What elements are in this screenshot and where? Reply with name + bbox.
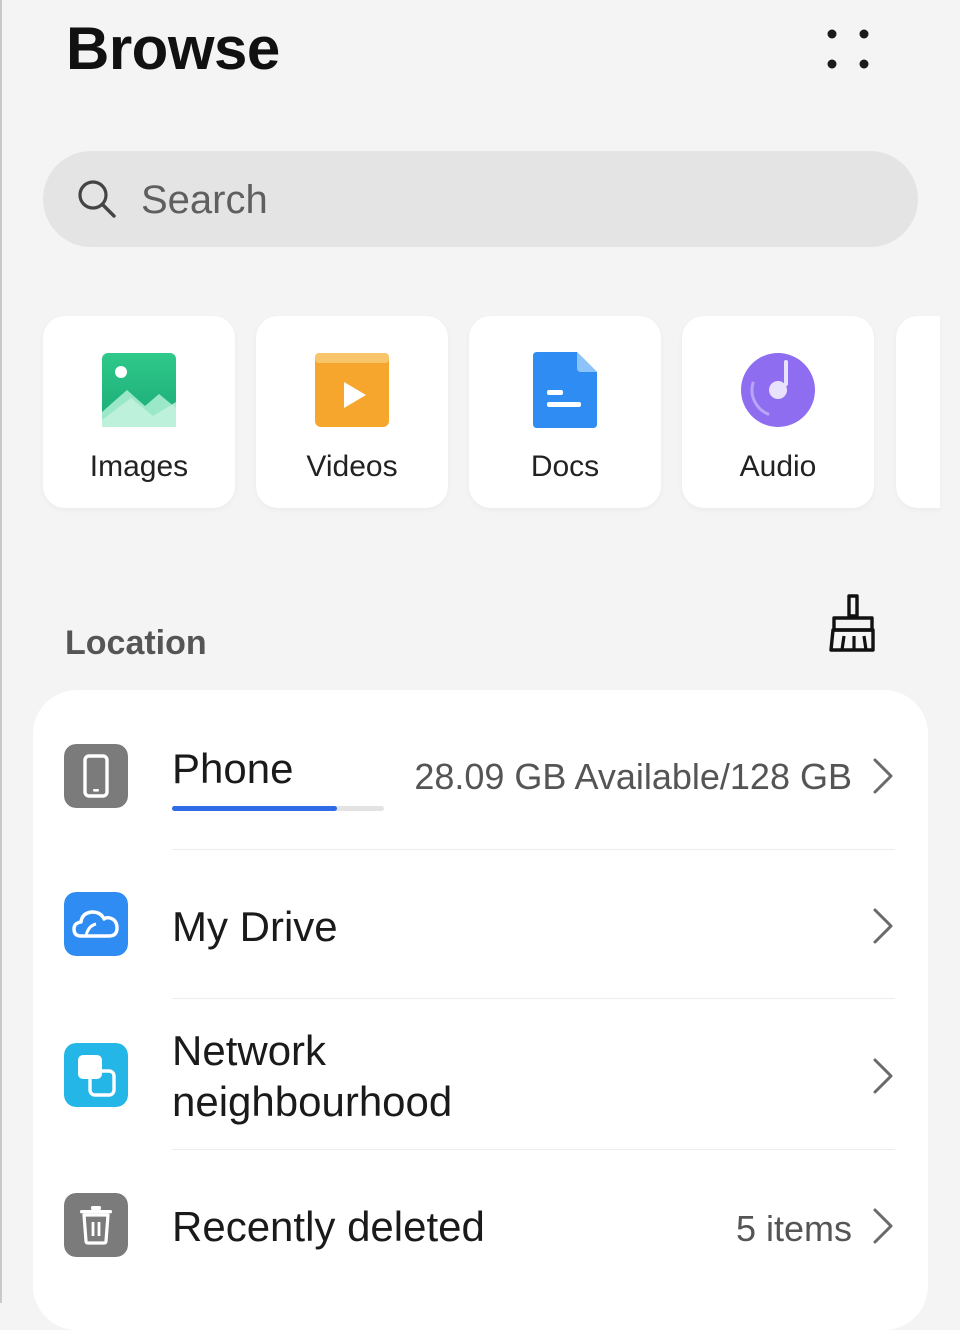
search-icon (78, 180, 116, 218)
category-label: Docs (530, 450, 600, 483)
image-icon (102, 353, 176, 427)
category-audio[interactable]: Audio (682, 316, 874, 508)
category-label: Images (89, 450, 189, 483)
chevron-right-icon (873, 908, 893, 944)
trash-icon (64, 1193, 128, 1257)
location-item-label: My Drive (172, 903, 338, 950)
chevron-right-icon (873, 1058, 893, 1094)
deleted-items-count: 5 items (735, 1208, 852, 1249)
chevron-right-icon (873, 758, 893, 794)
network-icon (64, 1043, 128, 1107)
phone-icon (64, 744, 128, 808)
category-next-partial[interactable] (896, 316, 940, 508)
location-item-label-line2: neighbourhood (172, 1078, 453, 1125)
location-item-network-neighbourhood[interactable]: Network neighbourhood (33, 1000, 928, 1150)
category-label: Audio (739, 450, 817, 483)
category-videos[interactable]: Videos (256, 316, 448, 508)
storage-progress-fill (172, 806, 338, 811)
location-item-label: Phone (172, 745, 294, 792)
clean-storage-button[interactable] (824, 592, 882, 658)
chevron-right-icon (873, 1208, 893, 1244)
more-options-button[interactable] (818, 22, 878, 78)
category-images[interactable]: Images (43, 316, 235, 508)
location-item-my-drive[interactable]: My Drive (33, 850, 928, 998)
location-item-phone[interactable]: Phone 28.09 GB Available/128 GB (33, 700, 928, 848)
page-title: Browse (66, 15, 280, 82)
broom-icon (829, 594, 875, 652)
audio-icon (741, 353, 815, 427)
storage-summary: 28.09 GB Available/128 GB (414, 756, 852, 797)
category-docs[interactable]: Docs (469, 316, 661, 508)
video-icon (315, 353, 389, 427)
location-item-recently-deleted[interactable]: Recently deleted 5 items (33, 1150, 928, 1300)
category-label: Videos (306, 450, 398, 483)
screen-edge (0, 0, 2, 1303)
location-item-label: Network (172, 1027, 327, 1074)
search-bar[interactable] (43, 151, 918, 247)
storage-progress-bar (172, 806, 384, 811)
location-item-label: Recently deleted (172, 1203, 485, 1250)
search-input[interactable] (139, 171, 883, 229)
document-icon (533, 352, 597, 428)
dots-grid-icon (827, 29, 869, 69)
cloud-icon (64, 892, 128, 956)
section-title-location: Location (65, 624, 207, 662)
row-divider (172, 998, 895, 999)
